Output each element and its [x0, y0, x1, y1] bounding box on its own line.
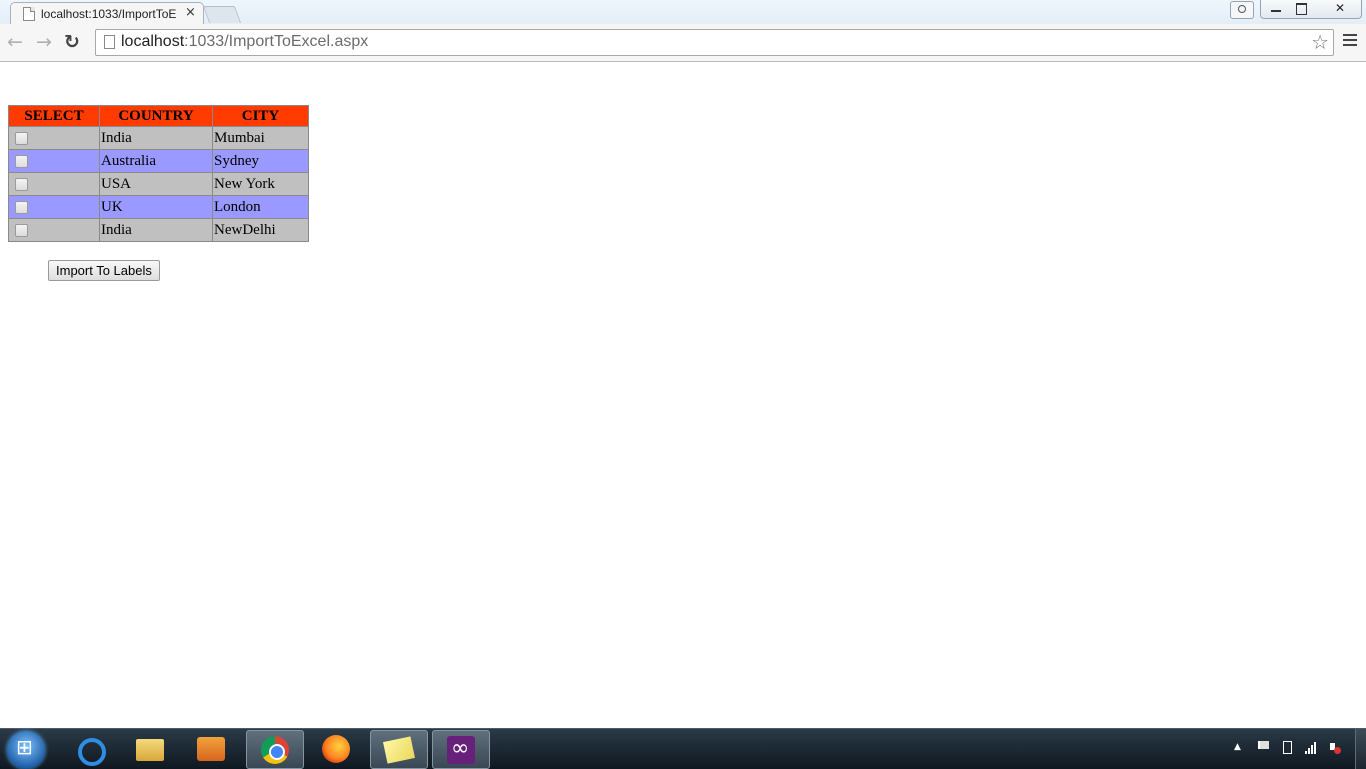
- select-cell: [8, 126, 100, 150]
- restore-button[interactable]: [1287, 0, 1317, 18]
- page-icon: [23, 7, 35, 21]
- start-button[interactable]: [7, 731, 45, 769]
- address-bar[interactable]: localhost:1033/ImportToExcel.aspx ☆: [95, 29, 1334, 56]
- row-checkbox[interactable]: [15, 131, 28, 145]
- back-icon[interactable]: ←: [7, 32, 23, 52]
- country-cell: UK: [99, 195, 213, 219]
- table-row: India Mumbai: [8, 126, 309, 150]
- action-center-flag-icon[interactable]: [1256, 740, 1270, 754]
- tab-title: localhost:1033/ImportToE: [41, 7, 177, 21]
- url-host: localhost: [121, 33, 185, 50]
- forward-icon[interactable]: →: [36, 32, 52, 52]
- firefox-icon: [322, 735, 350, 763]
- bookmark-star-icon[interactable]: ☆: [1311, 30, 1329, 54]
- reload-icon[interactable]: ↻: [64, 32, 80, 52]
- show-hidden-icons-icon[interactable]: ▲: [1234, 740, 1248, 754]
- taskbar-firefox[interactable]: [308, 730, 364, 767]
- table-row: Australia Sydney: [8, 149, 309, 173]
- country-city-table: SELECT COUNTRY CITY India Mumbai Austral…: [8, 105, 309, 242]
- select-cell: [8, 149, 100, 173]
- city-cell: NewDelhi: [212, 218, 309, 242]
- header-city: CITY: [212, 105, 309, 127]
- chrome-icon: [261, 736, 289, 764]
- profile-icon[interactable]: [1230, 1, 1254, 19]
- taskbar-chrome[interactable]: [246, 730, 304, 769]
- media-player-icon: [197, 737, 225, 761]
- table-row: UK London: [8, 195, 309, 219]
- taskbar-windows-explorer[interactable]: [122, 730, 178, 767]
- row-checkbox[interactable]: [15, 177, 28, 191]
- sticky-notes-icon: [383, 736, 415, 764]
- taskbar-visual-studio[interactable]: [432, 730, 490, 769]
- country-cell: USA: [99, 172, 213, 196]
- browser-titlebar: localhost:1033/ImportToE × ✕: [0, 0, 1366, 25]
- mute-indicator-icon: [1334, 747, 1341, 754]
- taskbar-sticky-notes[interactable]: [370, 730, 428, 769]
- row-checkbox[interactable]: [15, 223, 28, 237]
- internet-explorer-icon: [78, 738, 106, 766]
- table-row: USA New York: [8, 172, 309, 196]
- taskbar-media-player[interactable]: [183, 730, 239, 767]
- show-desktop-button[interactable]: [1355, 729, 1366, 769]
- country-cell: India: [99, 218, 213, 242]
- window-controls: ✕: [1260, 0, 1362, 19]
- page-icon: [104, 35, 115, 49]
- select-cell: [8, 195, 100, 219]
- import-to-labels-button[interactable]: Import To Labels: [48, 260, 160, 281]
- country-cell: India: [99, 126, 213, 150]
- visual-studio-icon: [447, 736, 475, 764]
- menu-icon[interactable]: [1343, 34, 1357, 48]
- header-select: SELECT: [8, 105, 100, 127]
- row-checkbox[interactable]: [15, 200, 28, 214]
- select-cell: [8, 218, 100, 242]
- header-country: COUNTRY: [99, 105, 213, 127]
- taskbar: ▲: [0, 728, 1366, 769]
- row-checkbox[interactable]: [15, 154, 28, 168]
- network-signal-icon[interactable]: [1304, 740, 1318, 754]
- city-cell: Mumbai: [212, 126, 309, 150]
- tab-close-icon[interactable]: ×: [185, 5, 196, 20]
- city-cell: London: [212, 195, 309, 219]
- browser-toolbar: ← → ↻ localhost:1033/ImportToExcel.aspx …: [0, 24, 1366, 62]
- country-cell: Australia: [99, 149, 213, 173]
- city-cell: Sydney: [212, 149, 309, 173]
- folder-icon: [136, 739, 164, 761]
- table-header-row: SELECT COUNTRY CITY: [8, 105, 309, 127]
- browser-tab[interactable]: localhost:1033/ImportToE ×: [10, 2, 204, 25]
- url-path: :1033/ImportToExcel.aspx: [184, 33, 369, 50]
- new-tab-button[interactable]: [202, 6, 242, 23]
- taskbar-internet-explorer[interactable]: [62, 730, 118, 767]
- power-icon[interactable]: [1280, 740, 1294, 754]
- close-window-button[interactable]: ✕: [1325, 0, 1355, 18]
- table-row: India NewDelhi: [8, 218, 309, 242]
- select-cell: [8, 172, 100, 196]
- url-text[interactable]: localhost:1033/ImportToExcel.aspx: [121, 33, 368, 51]
- city-cell: New York: [212, 172, 309, 196]
